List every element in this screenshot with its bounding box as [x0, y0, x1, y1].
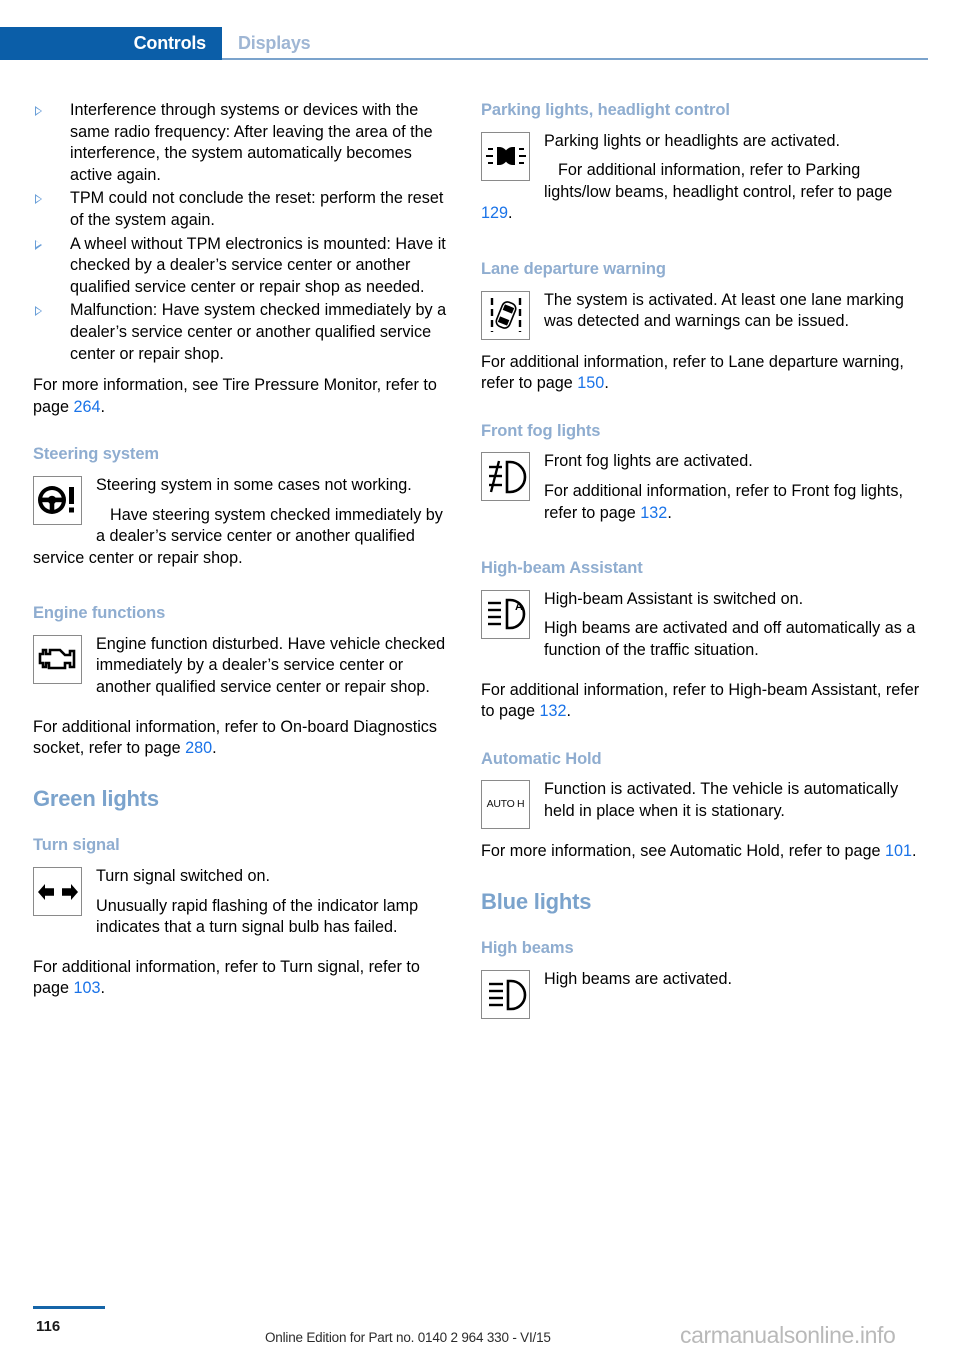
- steering-text-2: Have steering system checked immediately…: [33, 505, 443, 567]
- right-column: Parking lights, headlight control Parkin…: [481, 100, 928, 1031]
- fog-ref-before: For additional information, refer to Fro…: [544, 481, 903, 522]
- automatic-hold-block: AUTO H Function is activated. The vehicl…: [481, 779, 928, 831]
- front-fog-text-1: Front fog lights are activated.: [544, 452, 753, 471]
- header-divider: [222, 58, 928, 60]
- list-item-text: A wheel without TPM electronics is mount…: [70, 234, 446, 296]
- page-ref-link[interactable]: 129: [481, 204, 508, 222]
- hba-ref-after: .: [566, 702, 572, 721]
- steering-text-1: Steering system in some cases not workin…: [96, 475, 412, 494]
- page-ref-link[interactable]: 150: [577, 374, 604, 392]
- page-ref-link[interactable]: 132: [640, 504, 667, 522]
- edition-notice: Online Edition for Part no. 0140 2 964 3…: [265, 1330, 551, 1345]
- page-ref-link[interactable]: 132: [540, 702, 567, 720]
- high-beam-icon: [481, 970, 530, 1020]
- page-ref-link[interactable]: 264: [74, 398, 101, 416]
- heading-green-lights: Green lights: [33, 785, 159, 811]
- parking-lights-block: Parking lights or headlights are activat…: [481, 131, 928, 233]
- parking-ref-before: For additional information, refer to Par…: [544, 161, 893, 201]
- turn-signal-arrows-icon: [33, 867, 82, 917]
- lane-departure-text-1: The system is activated. At least one la…: [544, 290, 904, 331]
- triangle-bullet-icon: [35, 239, 42, 250]
- ah-ref-after: .: [912, 842, 917, 861]
- parking-lights-text-1: Parking lights or headlights are activat…: [544, 131, 841, 150]
- steering-system-block: Steering system in some cases not workin…: [33, 475, 453, 577]
- heading-turn-signal: Turn signal: [33, 836, 120, 855]
- page-ref-link[interactable]: 280: [185, 739, 212, 757]
- tpm-reference-paragraph: For more information, see Tire Pressure …: [33, 375, 453, 418]
- heading-engine-functions: Engine functions: [33, 604, 166, 623]
- heading-blue-lights: Blue lights: [481, 888, 592, 914]
- fog-ref-after: .: [667, 503, 672, 522]
- steering-wheel-warning-icon: [33, 475, 82, 525]
- list-item: TPM could not conclude the reset: perfor…: [33, 188, 453, 231]
- high-beam-assistant-text-1: High-beam Assistant is switched on.: [544, 589, 804, 608]
- auto-hold-icon: AUTO H: [481, 780, 530, 830]
- tab-displays[interactable]: Displays: [238, 27, 311, 60]
- lane-departure-warning-icon: [481, 290, 530, 340]
- page-ref-link[interactable]: 103: [74, 979, 101, 997]
- site-watermark: carmanualsonline.info: [680, 1322, 896, 1348]
- heading-high-beam-assistant: High-beam Assistant: [481, 559, 643, 578]
- list-item-text: Interference through systems or devices …: [70, 101, 433, 184]
- triangle-bullet-icon: [35, 306, 42, 317]
- turn-signal-block: Turn signal switched on. Unusually rapid…: [33, 866, 453, 947]
- turn-signal-text-1: Turn signal switched on.: [96, 867, 270, 886]
- list-item-text: TPM could not conclude the reset: perfor…: [70, 189, 444, 229]
- turn-signal-reference-paragraph: For additional information, refer to Tur…: [33, 957, 453, 1000]
- engine-functions-block: Engine function disturbed. Have vehicle …: [33, 634, 453, 707]
- parking-lights-icon: [481, 131, 530, 181]
- automatic-hold-text-1: Function is activated. The vehicle is au…: [544, 780, 899, 820]
- high-beams-text-1: High beams are activated.: [544, 970, 733, 989]
- lane-departure-block: The system is activated. At least one la…: [481, 290, 928, 342]
- triangle-bullet-icon: [35, 106, 42, 116]
- tab-controls[interactable]: Controls: [0, 27, 222, 60]
- tpm-bullet-list: Interference through systems or devices …: [33, 100, 453, 365]
- turn-signal-text-2: Unusually rapid flashing of the indicato…: [96, 896, 419, 937]
- list-item: Interference through systems or devices …: [33, 100, 453, 186]
- lane-ref-before: For additional information, refer to Lan…: [481, 352, 904, 393]
- front-fog-lights-block: Front fog lights are activated. For addi…: [481, 451, 928, 532]
- list-item: A wheel without TPM electronics is mount…: [33, 234, 453, 299]
- high-beam-assistant-text-2: High beams are activated and off automat…: [544, 619, 916, 659]
- heading-high-beams: High beams: [481, 939, 574, 958]
- heading-steering-system: Steering system: [33, 445, 159, 464]
- front-fog-light-icon: [481, 452, 530, 502]
- lane-ref-after: .: [604, 374, 609, 393]
- ah-ref-before: For more information, see Automatic Hold…: [481, 842, 885, 861]
- check-engine-icon: [33, 634, 82, 684]
- heading-lane-departure-warning: Lane departure warning: [481, 259, 666, 278]
- high-beams-block: High beams are activated.: [481, 969, 928, 1021]
- automatic-hold-reference-paragraph: For more information, see Automatic Hold…: [481, 841, 928, 863]
- left-column: Interference through systems or devices …: [33, 100, 453, 1010]
- engine-ref-after: .: [212, 739, 217, 758]
- svg-text:A: A: [515, 601, 523, 613]
- engine-reference-paragraph: For additional information, refer to On-…: [33, 717, 453, 760]
- auto-hold-label: AUTO H: [486, 797, 525, 810]
- page-number: 116: [36, 1318, 61, 1335]
- triangle-bullet-icon: [35, 194, 42, 205]
- list-item-text: Malfunction: Have system checked immedia…: [70, 301, 447, 363]
- heading-parking-lights: Parking lights, headlight control: [481, 101, 730, 119]
- heading-front-fog-lights: Front fog lights: [481, 421, 601, 440]
- heading-automatic-hold: Automatic Hold: [481, 749, 602, 768]
- high-beam-assistant-block: A High-beam Assistant is switched on. Hi…: [481, 589, 928, 670]
- lane-departure-reference-paragraph: For additional information, refer to Lan…: [481, 352, 928, 395]
- high-beam-assistant-icon: A: [481, 589, 530, 639]
- page-header: Controls Displays: [0, 27, 960, 60]
- front-fog-text-2: For additional information, refer to Fro…: [481, 481, 928, 524]
- parking-lights-text-2: For additional information, refer to Par…: [481, 160, 928, 225]
- turn-signal-ref-after: .: [100, 979, 106, 998]
- engine-ref-before: For additional information, refer to On-…: [33, 717, 437, 758]
- footer-divider: [33, 1306, 105, 1309]
- high-beam-assistant-reference-paragraph: For additional information, refer to Hig…: [481, 680, 928, 723]
- parking-ref-after: .: [508, 204, 513, 223]
- engine-text-1: Engine function disturbed. Have vehicle …: [96, 634, 446, 697]
- tpm-note-period: .: [100, 397, 106, 416]
- page-ref-link[interactable]: 101: [885, 842, 912, 860]
- list-item: Malfunction: Have system checked immedia…: [33, 300, 453, 365]
